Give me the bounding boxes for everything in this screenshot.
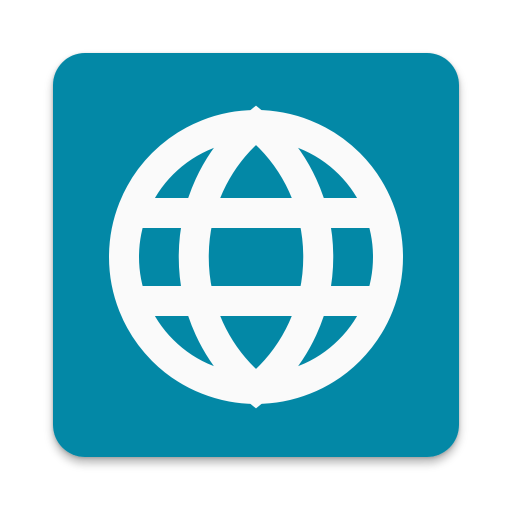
globe-icon bbox=[53, 53, 459, 457]
launcher-canvas bbox=[0, 0, 512, 512]
app-icon-tile[interactable] bbox=[53, 53, 459, 457]
